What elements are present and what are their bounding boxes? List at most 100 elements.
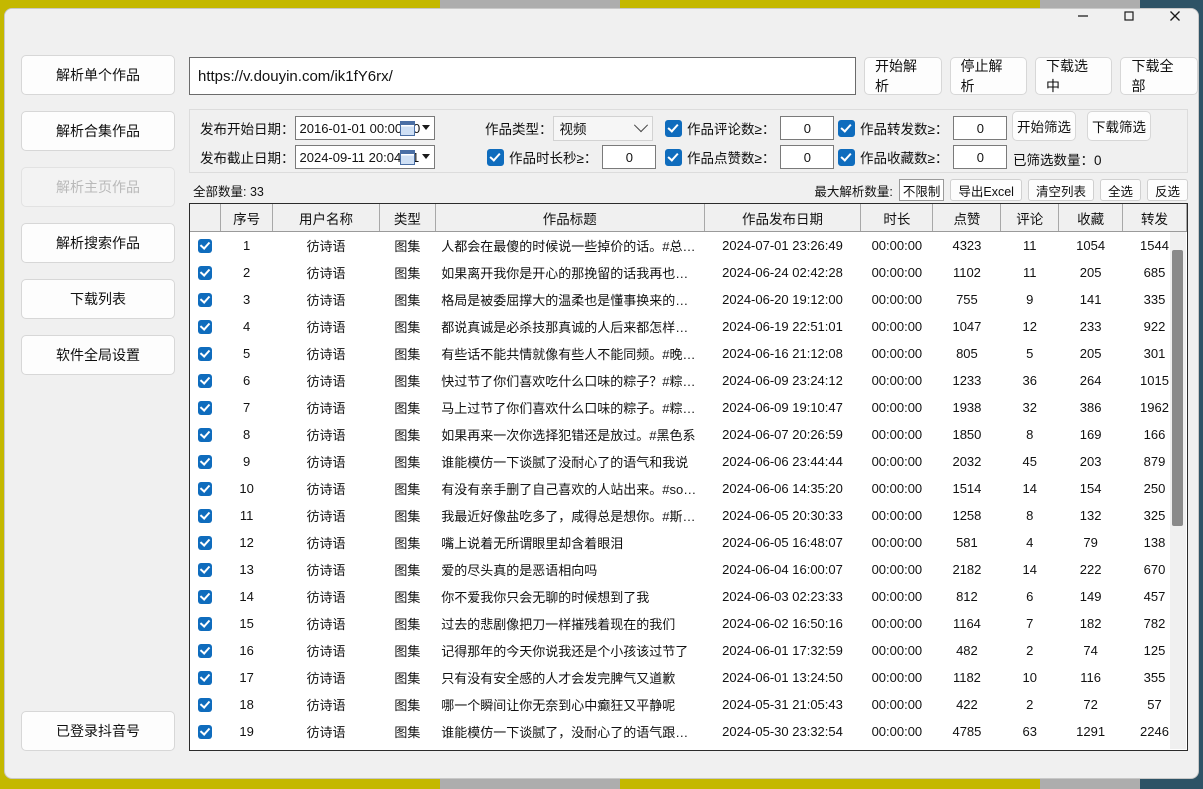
minimize-icon[interactable] — [1060, 8, 1106, 31]
comment-checkbox[interactable] — [665, 120, 682, 137]
table-row[interactable]: 1彷诗语图集人都会在最傻的时候说一些掉价的话。#总要…2024-07-01 23… — [190, 232, 1187, 260]
collect-checkbox[interactable] — [838, 149, 855, 166]
row-checkbox[interactable] — [190, 556, 221, 583]
col-duration[interactable]: 时长 — [861, 204, 933, 232]
share-checkbox[interactable] — [838, 120, 855, 137]
row-checkbox-box[interactable] — [198, 698, 212, 712]
row-checkbox-box[interactable] — [198, 320, 212, 334]
row-checkbox[interactable] — [190, 232, 221, 260]
row-checkbox[interactable] — [190, 286, 221, 313]
clear-list-button[interactable]: 清空列表 — [1028, 179, 1094, 201]
table-row[interactable]: 13彷诗语图集爱的尽头真的是恶语相向吗2024-06-04 16:00:0700… — [190, 556, 1187, 583]
table-row[interactable]: 7彷诗语图集马上过节了你们喜欢什么口味的粽子。#粽子…2024-06-09 19… — [190, 394, 1187, 421]
row-checkbox-box[interactable] — [198, 671, 212, 685]
row-checkbox[interactable] — [190, 502, 221, 529]
table-row[interactable]: 16彷诗语图集记得那年的今天你说我还是个小孩该过节了2024-06-01 17:… — [190, 637, 1187, 664]
start-filter-button[interactable]: 开始筛选 — [1012, 111, 1076, 141]
invert-selection-button[interactable]: 反选 — [1147, 179, 1188, 201]
row-checkbox-box[interactable] — [198, 590, 212, 604]
col-index[interactable]: 序号 — [221, 204, 273, 232]
table-row[interactable]: 8彷诗语图集如果再来一次你选择犯错还是放过。#黑色系2024-06-07 20:… — [190, 421, 1187, 448]
table-row[interactable]: 15彷诗语图集过去的悲剧像把刀一样摧残着现在的我们2024-06-02 16:5… — [190, 610, 1187, 637]
row-checkbox[interactable] — [190, 394, 221, 421]
share-input[interactable]: 0 — [953, 116, 1007, 140]
end-date-input[interactable]: 2024-09-11 20:04:51 — [295, 145, 435, 169]
row-checkbox[interactable] — [190, 421, 221, 448]
table-row[interactable]: 10彷诗语图集有没有亲手删了自己喜欢的人站出来。#son…2024-06-06 … — [190, 475, 1187, 502]
row-checkbox[interactable] — [190, 259, 221, 286]
row-checkbox[interactable] — [190, 313, 221, 340]
chevron-down-icon[interactable] — [422, 125, 430, 130]
col-shares[interactable]: 转发 — [1123, 204, 1187, 232]
row-checkbox-box[interactable] — [198, 644, 212, 658]
download-filter-button[interactable]: 下载筛选 — [1087, 111, 1151, 141]
row-checkbox-box[interactable] — [198, 374, 212, 388]
start-date-input[interactable]: 2016-01-01 00:00:00 — [295, 116, 435, 140]
row-checkbox-box[interactable] — [198, 536, 212, 550]
comment-input[interactable]: 0 — [780, 116, 834, 140]
row-checkbox-box[interactable] — [198, 455, 212, 469]
like-input[interactable]: 0 — [780, 145, 834, 169]
export-excel-button[interactable]: 导出Excel — [950, 179, 1022, 201]
select-all-button[interactable]: 全选 — [1100, 179, 1141, 201]
close-icon[interactable] — [1152, 8, 1198, 31]
collect-input[interactable]: 0 — [953, 145, 1007, 169]
row-checkbox[interactable] — [190, 637, 221, 664]
table-row[interactable]: 14彷诗语图集你不爱我你只会无聊的时候想到了我2024-06-03 02:23:… — [190, 583, 1187, 610]
row-checkbox[interactable] — [190, 610, 221, 637]
scrollbar-thumb[interactable] — [1172, 250, 1183, 526]
sidebar-item-parse-search[interactable]: 解析搜索作品 — [21, 223, 175, 263]
col-user[interactable]: 用户名称 — [272, 204, 379, 232]
row-checkbox-box[interactable] — [198, 293, 212, 307]
row-checkbox[interactable] — [190, 475, 221, 502]
like-checkbox[interactable] — [665, 149, 682, 166]
row-checkbox[interactable] — [190, 583, 221, 610]
col-title[interactable]: 作品标题 — [435, 204, 704, 232]
row-checkbox[interactable] — [190, 529, 221, 556]
row-checkbox-box[interactable] — [198, 482, 212, 496]
table-row[interactable]: 19彷诗语图集谁能模仿一下谈腻了，没耐心了的语气跟我说2024-05-30 23… — [190, 718, 1187, 745]
row-checkbox-box[interactable] — [198, 428, 212, 442]
col-likes[interactable]: 点赞 — [933, 204, 1001, 232]
row-checkbox-box[interactable] — [198, 239, 212, 253]
table-row[interactable]: 2彷诗语图集如果离开我你是开心的那挽留的话我再也不…2024-06-24 02:… — [190, 259, 1187, 286]
stop-parse-button[interactable]: 停止解析 — [950, 57, 1027, 95]
table-row[interactable]: 12彷诗语图集嘴上说着无所谓眼里却含着眼泪2024-06-05 16:48:07… — [190, 529, 1187, 556]
row-checkbox[interactable] — [190, 691, 221, 718]
table-row[interactable]: 18彷诗语图集哪一个瞬间让你无奈到心中癫狂又平静呢2024-05-31 21:0… — [190, 691, 1187, 718]
row-checkbox-box[interactable] — [198, 617, 212, 631]
col-comments[interactable]: 评论 — [1001, 204, 1059, 232]
max-parse-input[interactable]: 不限制 — [899, 179, 945, 201]
row-checkbox[interactable] — [190, 367, 221, 394]
start-parse-button[interactable]: 开始解析 — [864, 57, 941, 95]
duration-input[interactable]: 0 — [602, 145, 656, 169]
sidebar-item-parse-single[interactable]: 解析单个作品 — [21, 55, 175, 95]
login-status-button[interactable]: 已登录抖音号 — [21, 711, 175, 751]
row-checkbox-box[interactable] — [198, 401, 212, 415]
sidebar-item-parse-collection[interactable]: 解析合集作品 — [21, 111, 175, 151]
table-row[interactable]: 4彷诗语图集都说真诚是必杀技那真诚的人后来都怎样了…2024-06-19 22:… — [190, 313, 1187, 340]
download-all-button[interactable]: 下载全部 — [1120, 57, 1197, 95]
col-type[interactable]: 类型 — [380, 204, 436, 232]
row-checkbox-box[interactable] — [198, 725, 212, 739]
row-checkbox[interactable] — [190, 448, 221, 475]
table-row[interactable]: 17彷诗语图集只有没有安全感的人才会发完脾气又道歉2024-06-01 13:2… — [190, 664, 1187, 691]
table-row[interactable]: 6彷诗语图集快过节了你们喜欢吃什么口味的粽子？#粽子…2024-06-09 23… — [190, 367, 1187, 394]
sidebar-item-download-list[interactable]: 下载列表 — [21, 279, 175, 319]
row-checkbox[interactable] — [190, 664, 221, 691]
table-row[interactable]: 9彷诗语图集谁能模仿一下谈腻了没耐心了的语气和我说2024-06-06 23:4… — [190, 448, 1187, 475]
chevron-down-icon[interactable] — [422, 154, 430, 159]
table-row[interactable]: 5彷诗语图集有些话不能共情就像有些人不能同频。#晚风…2024-06-16 21… — [190, 340, 1187, 367]
row-checkbox[interactable] — [190, 718, 221, 745]
table-row[interactable]: 11彷诗语图集我最近好像盐吃多了，咸得总是想你。#斯文…2024-06-05 2… — [190, 502, 1187, 529]
row-checkbox-box[interactable] — [198, 563, 212, 577]
row-checkbox-box[interactable] — [198, 509, 212, 523]
maximize-icon[interactable] — [1106, 8, 1152, 31]
download-selected-button[interactable]: 下载选中 — [1035, 57, 1112, 95]
duration-checkbox[interactable] — [487, 149, 504, 166]
row-checkbox-box[interactable] — [198, 347, 212, 361]
table-row[interactable]: 3彷诗语图集格局是被委屈撑大的温柔也是懂事换来的。#…2024-06-20 19… — [190, 286, 1187, 313]
table-scrollbar[interactable] — [1170, 232, 1186, 749]
row-checkbox[interactable] — [190, 340, 221, 367]
url-input[interactable]: https://v.douyin.com/ik1fY6rx/ — [189, 57, 856, 95]
